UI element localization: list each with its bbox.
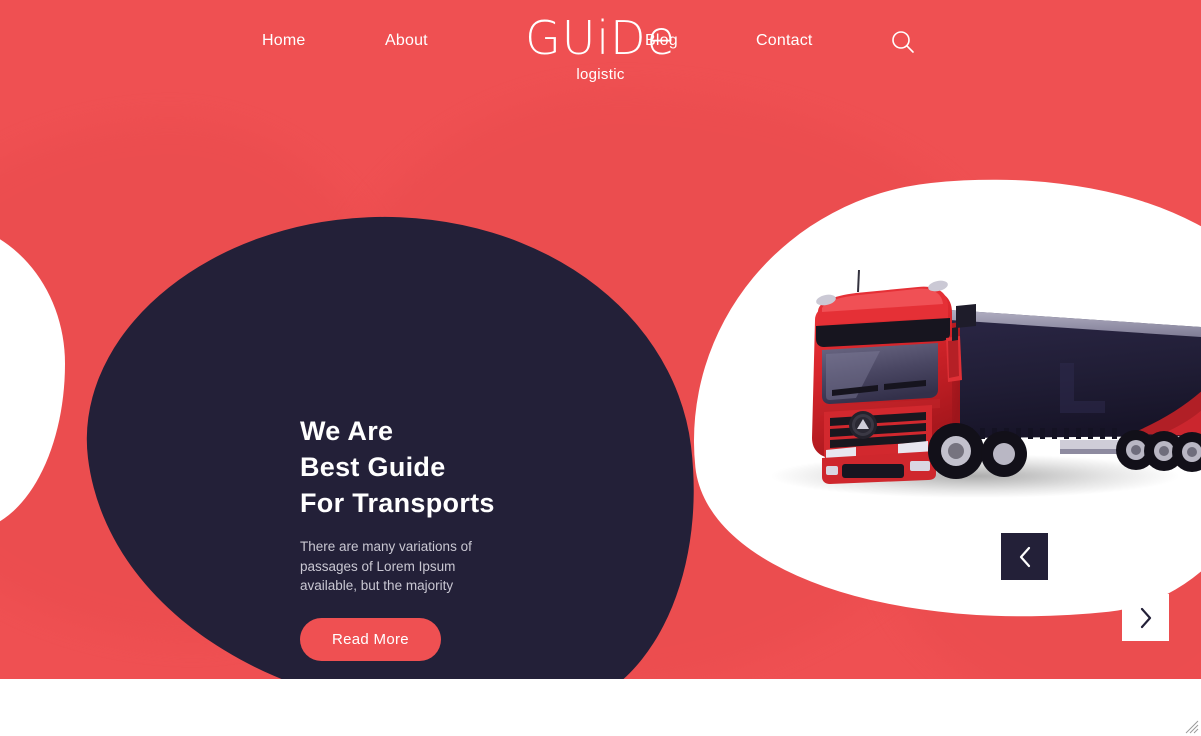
brand-logo: GUiDe logistic [0, 14, 1201, 84]
page-body-below-hero [0, 679, 1201, 736]
headline-line-1: We Are [300, 416, 394, 446]
search-icon [892, 31, 914, 53]
window-resize-grip[interactable] [1185, 720, 1199, 734]
hero-carousel: We Are Best Guide For Transports There a… [0, 147, 1201, 679]
chevron-left-icon [1019, 546, 1030, 567]
adjacent-slide-blob [0, 221, 65, 531]
brand-name: GUiDe [525, 11, 676, 65]
slide-content: We Are Best Guide For Transports There a… [300, 413, 630, 661]
headline-line-2: Best Guide [300, 452, 446, 482]
hero-headline: We Are Best Guide For Transports [300, 413, 630, 521]
headline-line-3: For Transports [300, 488, 495, 518]
brand-tagline: logistic [576, 66, 625, 83]
landing-page: We Are Best Guide For Transports There a… [0, 0, 1201, 736]
read-more-button[interactable]: Read More [300, 617, 441, 661]
nav-link-home[interactable]: Home [262, 32, 305, 50]
hero-paragraph: There are many variations of passages of… [300, 539, 472, 593]
main-navigation: Home About Blog Contact GUiDe logistic [0, 0, 1201, 100]
nav-link-blog[interactable]: Blog [645, 32, 678, 50]
carousel-next-button[interactable] [1122, 594, 1169, 641]
search-button[interactable] [889, 28, 917, 56]
truck-image [760, 268, 1201, 508]
hero-section: We Are Best Guide For Transports There a… [0, 0, 1201, 679]
nav-link-contact[interactable]: Contact [756, 32, 813, 50]
nav-link-about[interactable]: About [385, 32, 428, 50]
carousel-prev-button[interactable] [1001, 533, 1048, 580]
chevron-right-icon [1140, 607, 1151, 628]
